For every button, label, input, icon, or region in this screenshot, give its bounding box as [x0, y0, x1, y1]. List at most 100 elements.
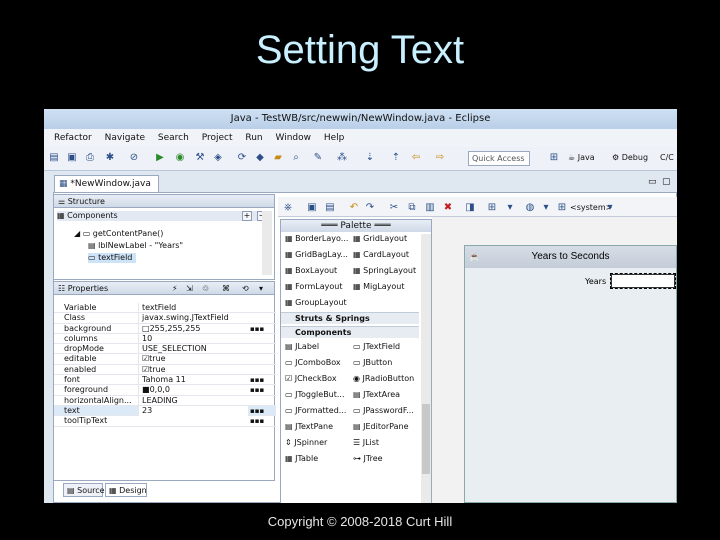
open-type-icon[interactable]: ◆: [254, 152, 266, 164]
dropdown-icon[interactable]: ▾: [504, 202, 516, 214]
show-advanced-icon[interactable]: ⌘: [222, 282, 230, 295]
palette-scrollbar[interactable]: [421, 234, 431, 503]
menu-project[interactable]: Project: [202, 133, 233, 143]
prop-row-enabled[interactable]: enabled ☑true: [54, 364, 276, 376]
palette-item-jeditorpane[interactable]: ▤ JEditorPane: [353, 422, 409, 432]
menu-window[interactable]: Window: [276, 133, 312, 143]
run-icon[interactable]: ▶: [154, 152, 166, 164]
perspective-cc[interactable]: C/C: [660, 152, 674, 164]
ellipsis-button[interactable]: ▪▪▪: [250, 385, 264, 395]
back-icon[interactable]: ⇦: [410, 152, 422, 164]
palette-item-borderlayout[interactable]: ▦ BorderLayo...: [285, 234, 348, 244]
maximize-icon[interactable]: ▢: [662, 177, 671, 187]
convert-local-icon[interactable]: ♲: [202, 282, 209, 295]
alignment-icon[interactable]: ⊞: [486, 202, 498, 214]
prop-value[interactable]: 23: [138, 405, 248, 416]
palette-item-grouplayout[interactable]: ▦ GroupLayout: [285, 298, 347, 308]
properties-menu-icon[interactable]: ▾: [259, 282, 263, 295]
cut-icon[interactable]: ✂: [388, 202, 400, 214]
palette-item-jcheckbox[interactable]: ☑ JCheckBox: [285, 374, 337, 384]
ellipsis-button[interactable]: ▪▪▪: [250, 406, 264, 416]
palette-item-jtextfield[interactable]: ▭ JTextField: [353, 342, 400, 352]
search-toolbar-icon[interactable]: ⌕: [290, 152, 302, 164]
expand-all-icon[interactable]: +: [242, 211, 252, 221]
palette-item-jlabel[interactable]: ▤ JLabel: [285, 342, 319, 352]
menu-search[interactable]: Search: [158, 133, 189, 143]
tab-source[interactable]: ▤ Source: [63, 483, 105, 497]
save-icon[interactable]: ▣: [66, 152, 78, 164]
palette-item-jlist[interactable]: ☰ JList: [353, 438, 379, 448]
palette-icon[interactable]: ⎈: [282, 202, 294, 214]
palette-item-jtogglebutton[interactable]: ▭ JToggleBut...: [285, 390, 345, 400]
copy-icon[interactable]: ⧉: [406, 202, 418, 214]
palette-item-cardlayout[interactable]: ▦ CardLayout: [353, 250, 409, 260]
system-laf-dropdown-icon[interactable]: ▾: [604, 202, 616, 214]
open-perspective-icon[interactable]: ⊞: [548, 152, 560, 164]
externalize-icon[interactable]: ▤: [324, 202, 336, 214]
prop-row-background[interactable]: background □255,255,255 ▪▪▪: [54, 323, 276, 334]
prop-row-class[interactable]: Class javax.swing.JTextField: [54, 313, 276, 324]
prop-value[interactable]: ■0,0,0: [138, 385, 248, 396]
prop-row-font[interactable]: font Tahoma 11 ▪▪▪: [54, 375, 276, 386]
ellipsis-button[interactable]: ▪▪▪: [250, 416, 264, 426]
perspective-debug[interactable]: ⚙ Debug: [612, 152, 648, 164]
tree-node-textfield[interactable]: ▭ textField: [88, 253, 137, 263]
prop-row-dropmode[interactable]: dropMode USE_SELECTION: [54, 344, 276, 355]
annotation-icon[interactable]: ⁂: [336, 152, 348, 164]
skip-breakpoints-icon[interactable]: ⊘: [128, 152, 140, 164]
editor-tab[interactable]: ▦ *NewWindow.java ✕: [54, 175, 159, 205]
prop-row-variable[interactable]: Variable textField: [54, 303, 276, 314]
tree-node-content-pane[interactable]: ◢ ▭ getContentPane(): [74, 229, 163, 239]
next-annotation-icon[interactable]: ⇣: [364, 152, 376, 164]
refresh-icon[interactable]: ⟳: [236, 152, 248, 164]
goto-definition-icon[interactable]: ⇲: [186, 282, 193, 295]
structure-scrollbar[interactable]: [262, 211, 272, 275]
new-class-icon[interactable]: ◈: [212, 152, 224, 164]
prop-value[interactable]: textField: [138, 303, 248, 313]
menu-refactor[interactable]: Refactor: [54, 133, 92, 143]
jframe-preview[interactable]: ☕ Years to Seconds Years: [464, 245, 677, 503]
delete-icon[interactable]: ✖: [442, 202, 454, 214]
prop-value[interactable]: LEADING: [138, 395, 248, 406]
menu-navigate[interactable]: Navigate: [105, 133, 145, 143]
prop-row-columns[interactable]: columns 10: [54, 333, 276, 345]
perspective-java[interactable]: ☕ Java: [568, 152, 595, 164]
test-gui-icon[interactable]: ▣: [306, 202, 318, 214]
palette-item-jtable[interactable]: ▦ JTable: [285, 454, 318, 464]
debug-icon[interactable]: ✱: [104, 152, 116, 164]
run-last-icon[interactable]: ◉: [174, 152, 186, 164]
preview-icon[interactable]: ◨: [464, 202, 476, 214]
restore-default-icon[interactable]: ⟲: [242, 282, 249, 295]
new-icon[interactable]: ▤: [48, 152, 60, 164]
prop-row-tooltip[interactable]: toolTipText ▪▪▪: [54, 416, 276, 427]
palette-scrollbar-thumb[interactable]: [422, 404, 430, 474]
menu-run[interactable]: Run: [245, 133, 262, 143]
ellipsis-button[interactable]: ▪▪▪: [250, 324, 264, 334]
prop-value[interactable]: javax.swing.JTextField: [138, 313, 248, 324]
palette-category-components[interactable]: Components: [281, 326, 419, 338]
palette-item-formlayout[interactable]: ▦ FormLayout: [285, 282, 342, 292]
print-icon[interactable]: ⎙: [84, 152, 96, 164]
prop-value[interactable]: USE_SELECTION: [138, 344, 248, 355]
palette-item-jcombobox[interactable]: ▭ JComboBox: [285, 358, 341, 368]
palette-item-springlayout[interactable]: ▦ SpringLayout: [353, 266, 416, 276]
quick-access-field[interactable]: Quick Access: [468, 151, 530, 166]
prop-value[interactable]: 10: [138, 333, 248, 344]
palette-item-jtree[interactable]: ⊶ JTree: [353, 454, 383, 464]
prop-row-text[interactable]: text 23 ▪▪▪: [54, 405, 276, 417]
palette-item-jtextpane[interactable]: ▤ JTextPane: [285, 422, 333, 432]
look-and-feel-icon[interactable]: ◍: [524, 202, 536, 214]
minimize-icon[interactable]: ▭: [648, 177, 657, 187]
ellipsis-button[interactable]: ▪▪▪: [250, 375, 264, 385]
prop-value[interactable]: □255,255,255: [138, 323, 248, 334]
tree-node-label[interactable]: ▤ lblNewLabel - "Years": [88, 241, 183, 251]
open-folder-icon[interactable]: ▰: [272, 152, 284, 164]
palette-item-miglayout[interactable]: ▦ MigLayout: [353, 282, 405, 292]
palette-item-jpasswordfield[interactable]: ▭ JPasswordF...: [353, 406, 414, 416]
palette-item-gridlayout[interactable]: ▦ GridLayout: [353, 234, 407, 244]
redo-icon[interactable]: ↷: [364, 202, 376, 214]
menu-help[interactable]: Help: [324, 133, 345, 143]
palette-category-struts[interactable]: Struts & Springs: [281, 312, 419, 324]
text-field-selected[interactable]: [610, 273, 676, 289]
look-and-feel-dropdown-icon[interactable]: ▾: [540, 202, 552, 214]
